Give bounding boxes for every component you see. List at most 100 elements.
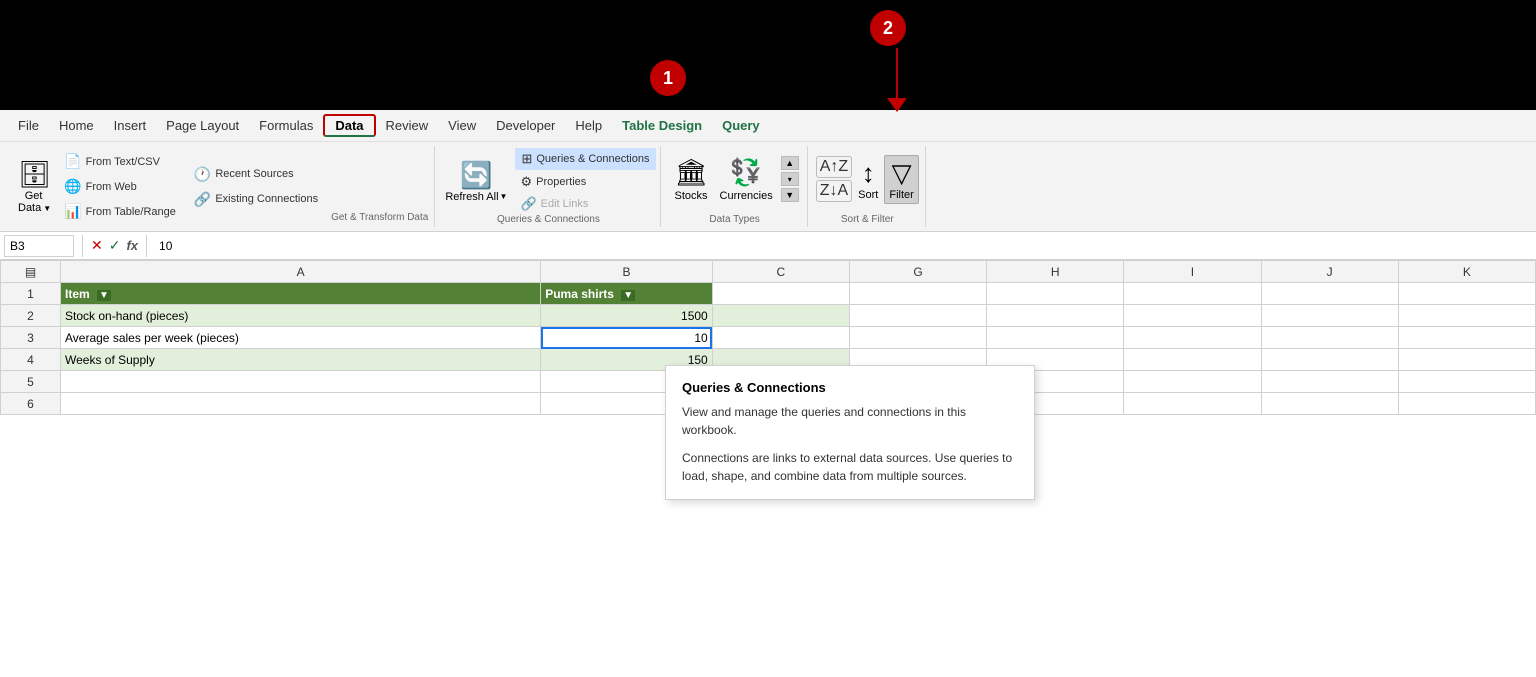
corner-header: ▤ — [1, 261, 61, 283]
stocks-button[interactable]: 🏛 Stocks — [671, 155, 712, 204]
fx-icon[interactable]: fx — [126, 238, 138, 253]
confirm-icon[interactable]: ✓ — [109, 237, 121, 254]
col-header-a[interactable]: A — [61, 261, 541, 283]
scroll-down[interactable]: ▼ — [781, 188, 799, 202]
stocks-icon: 🏛 — [675, 157, 708, 188]
menu-table-design[interactable]: Table Design — [612, 114, 712, 137]
col-header-h[interactable]: H — [987, 261, 1124, 283]
cell-i6[interactable] — [1124, 393, 1261, 415]
cell-j4[interactable] — [1261, 349, 1398, 371]
refresh-all-button[interactable]: 🔄 Refresh All ▼ — [441, 158, 511, 205]
menu-review[interactable]: Review — [376, 114, 439, 137]
row-num-3: 3 — [1, 327, 61, 349]
cell-c1[interactable] — [712, 283, 849, 305]
cell-b2[interactable]: 1500 — [541, 305, 713, 327]
menu-view[interactable]: View — [438, 114, 486, 137]
row-num-1: 1 — [1, 283, 61, 305]
from-text-csv-button[interactable]: 📄 From Text/CSV — [59, 151, 181, 172]
puma-shirts-header: Puma shirts — [545, 287, 614, 301]
properties-btn[interactable]: ⚙ Properties — [515, 172, 655, 192]
scroll-up[interactable]: ▲ — [781, 156, 799, 170]
cell-k2[interactable] — [1398, 305, 1535, 327]
cell-c2[interactable] — [712, 305, 849, 327]
menu-formulas[interactable]: Formulas — [249, 114, 323, 137]
from-table-range-button[interactable]: 📊 From Table/Range — [59, 201, 181, 222]
cell-j3[interactable] — [1261, 327, 1398, 349]
queries-connections-btn[interactable]: ⊞ Queries & Connections — [515, 148, 655, 170]
cell-g2[interactable] — [849, 305, 986, 327]
cell-a4[interactable]: Weeks of Supply — [61, 349, 541, 371]
cell-k5[interactable] — [1398, 371, 1535, 393]
cell-i3[interactable] — [1124, 327, 1261, 349]
scroll-mid[interactable]: ▾ — [781, 172, 799, 186]
cell-b3[interactable]: 10 — [541, 327, 713, 349]
sort-za-button[interactable]: Z↓A — [816, 180, 852, 202]
step-badge-2: 2 — [870, 10, 906, 46]
from-web-button[interactable]: 🌐 From Web — [59, 176, 181, 197]
existing-connections-icon: 🔗 — [194, 191, 211, 208]
filter-button[interactable]: ▽ Filter — [884, 155, 918, 204]
cell-j6[interactable] — [1261, 393, 1398, 415]
menu-query[interactable]: Query — [712, 114, 770, 137]
queries-connections-btn-label: Queries & Connections — [536, 153, 649, 165]
cell-a6[interactable] — [61, 393, 541, 415]
menu-page-layout[interactable]: Page Layout — [156, 114, 249, 137]
col-header-i[interactable]: I — [1124, 261, 1261, 283]
menu-home[interactable]: Home — [49, 114, 104, 137]
cell-g3[interactable] — [849, 327, 986, 349]
menu-insert[interactable]: Insert — [104, 114, 157, 137]
cell-i2[interactable] — [1124, 305, 1261, 327]
cancel-icon[interactable]: ✕ — [91, 237, 103, 254]
cell-a5[interactable] — [61, 371, 541, 393]
cell-j2[interactable] — [1261, 305, 1398, 327]
menu-file[interactable]: File — [8, 114, 49, 137]
cell-k6[interactable] — [1398, 393, 1535, 415]
get-data-button[interactable]: 🗄 Get Data ▼ — [14, 148, 55, 225]
recent-sources-label: Recent Sources — [215, 168, 293, 180]
cell-k4[interactable] — [1398, 349, 1535, 371]
cell-j5[interactable] — [1261, 371, 1398, 393]
row-num-2: 2 — [1, 305, 61, 327]
col-header-j[interactable]: J — [1261, 261, 1398, 283]
sort-icon: ↕ — [862, 158, 875, 189]
cell-i5[interactable] — [1124, 371, 1261, 393]
currencies-icon: 💱 — [730, 157, 762, 188]
edit-links-btn[interactable]: 🔗 Edit Links — [515, 194, 655, 214]
refresh-all-label: Refresh All ▼ — [445, 191, 507, 203]
step-badge-1: 1 — [650, 60, 686, 96]
col-header-g[interactable]: G — [849, 261, 986, 283]
menu-data[interactable]: Data — [323, 114, 375, 137]
cell-reference-input[interactable] — [4, 235, 74, 257]
cell-b1[interactable]: Puma shirts ▼ — [541, 283, 713, 305]
cell-i1[interactable] — [1124, 283, 1261, 305]
cell-h2[interactable] — [987, 305, 1124, 327]
data-types-scroll[interactable]: ▲ ▾ ▼ — [781, 156, 799, 202]
col-header-b[interactable]: B — [541, 261, 713, 283]
cell-k1[interactable] — [1398, 283, 1535, 305]
recent-sources-button[interactable]: 🕐 Recent Sources — [189, 164, 323, 185]
sort-az-button[interactable]: A↑Z — [816, 156, 852, 178]
sort-button[interactable]: ↕ Sort — [854, 156, 882, 203]
filter-dropdown-a1[interactable]: ▼ — [97, 290, 111, 301]
edit-links-label: Edit Links — [541, 198, 589, 210]
cell-i4[interactable] — [1124, 349, 1261, 371]
cell-a1[interactable]: Item ▼ — [61, 283, 541, 305]
menu-help[interactable]: Help — [565, 114, 612, 137]
cell-h1[interactable] — [987, 283, 1124, 305]
existing-connections-button[interactable]: 🔗 Existing Connections — [189, 189, 323, 210]
filter-dropdown-b1[interactable]: ▼ — [621, 290, 635, 301]
cell-j1[interactable] — [1261, 283, 1398, 305]
col-header-k[interactable]: K — [1398, 261, 1535, 283]
cell-k3[interactable] — [1398, 327, 1535, 349]
menu-developer[interactable]: Developer — [486, 114, 565, 137]
cell-c3[interactable] — [712, 327, 849, 349]
cell-g1[interactable] — [849, 283, 986, 305]
currencies-button[interactable]: 💱 Currencies — [716, 155, 777, 204]
tooltip-box: Queries & Connections View and manage th… — [665, 365, 1035, 500]
col-header-c[interactable]: C — [712, 261, 849, 283]
cell-a3[interactable]: Average sales per week (pieces) — [61, 327, 541, 349]
top-black-bar: 1 2 — [0, 0, 1536, 110]
sort-filter-group: A↑Z Z↓A ↕ Sort ▽ Filter Sort & Filter — [810, 146, 926, 227]
cell-a2[interactable]: Stock on-hand (pieces) — [61, 305, 541, 327]
cell-h3[interactable] — [987, 327, 1124, 349]
